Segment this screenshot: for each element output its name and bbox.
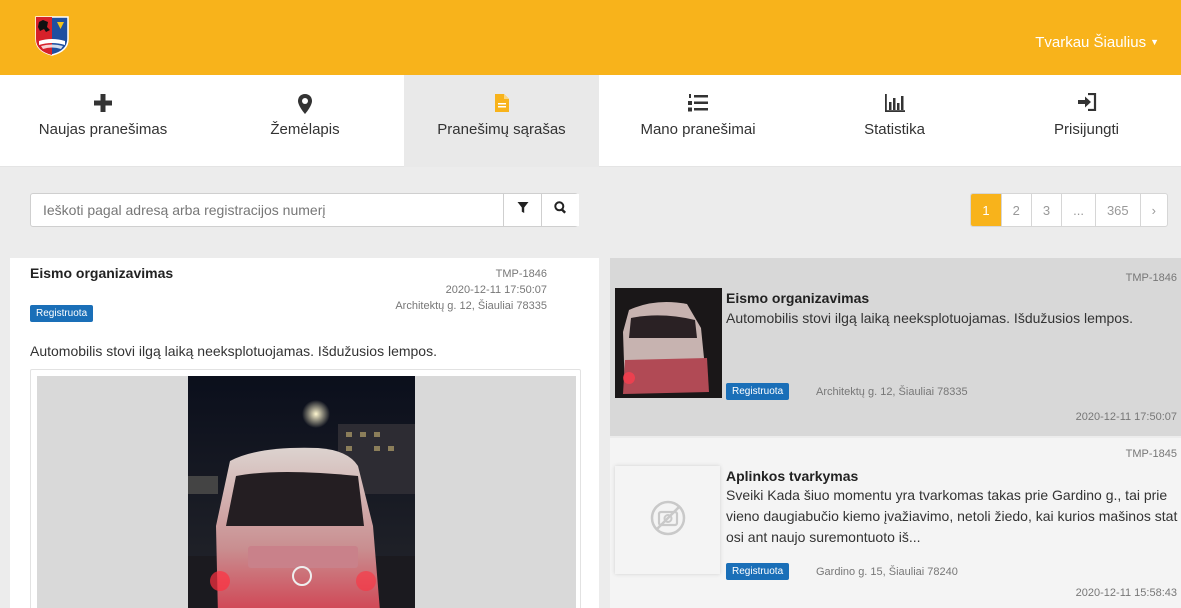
list-item[interactable]: TMP-1846 Eismo organizavimas Automobilis…: [610, 258, 1181, 436]
list-item-code: TMP-1846: [1125, 272, 1177, 284]
city-coat-of-arms-logo[interactable]: [34, 15, 70, 57]
report-photo-frame: [30, 369, 581, 608]
status-badge: Registruota: [30, 305, 94, 322]
report-description: Automobilis stovi ilgą laiką neeksplotuo…: [30, 343, 437, 359]
filter-icon: [517, 201, 529, 219]
list-item-text: Sveiki Kada šiuo momentu yra tvarkomas t…: [726, 487, 1178, 545]
list-item-code: TMP-1845: [1125, 448, 1177, 460]
list-item-date: 2020-12-11 17:50:07: [1075, 411, 1177, 423]
report-code: TMP-1846: [495, 268, 547, 280]
page-3-button[interactable]: 3: [1030, 194, 1061, 226]
report-date: 2020-12-11 17:50:07: [445, 284, 547, 296]
tab-label: Mano pranešimai: [640, 121, 756, 138]
list-item-text: Automobilis stovi ilgą laiką neeksplotuo…: [726, 310, 1133, 326]
numbered-list-icon: [599, 93, 797, 115]
page-last-button[interactable]: 365: [1094, 194, 1140, 226]
status-badge: Registruota: [726, 563, 790, 580]
chevron-right-icon: ›: [1151, 202, 1156, 218]
report-list: TMP-1846 Eismo organizavimas Automobilis…: [610, 258, 1181, 608]
list-item-title: Aplinkos tvarkymas: [726, 468, 859, 484]
main-navigation: Naujas pranešimas Žemėlapis Pranešimų są…: [0, 75, 1181, 167]
list-item[interactable]: TMP-1845 Aplinkos tvarkymas Sveiki Kada …: [610, 438, 1181, 608]
list-item-title: Eismo organizavimas: [726, 290, 870, 306]
tab-new-report[interactable]: Naujas pranešimas: [0, 75, 206, 167]
tab-label: Naujas pranešimas: [38, 121, 168, 138]
search-bar: [30, 193, 579, 227]
list-item-thumbnail-placeholder: [615, 466, 720, 574]
top-bar: Tvarkau Šiaulius ▼: [0, 0, 1181, 75]
no-photo-icon: [650, 500, 686, 541]
page-2-button[interactable]: 2: [1000, 194, 1031, 226]
plus-icon: [0, 93, 206, 115]
search-icon: [554, 201, 567, 219]
tab-sign-in[interactable]: Prisijungti: [992, 75, 1181, 167]
tab-label: Prisijungti: [1053, 121, 1120, 138]
list-item-date: 2020-12-11 15:58:43: [1075, 587, 1177, 599]
user-menu-toggle[interactable]: Tvarkau Šiaulius ▼: [1035, 34, 1159, 51]
tab-label: Statistika: [864, 121, 925, 138]
status-badge: Registruota: [726, 383, 790, 400]
tab-report-list[interactable]: Pranešimų sąrašas: [404, 75, 599, 167]
report-photo-container: [37, 376, 576, 608]
list-item-address: Gardino g. 15, Šiauliai 78240: [816, 566, 958, 578]
list-item-thumbnail: [615, 288, 722, 398]
report-title: Eismo organizavimas: [30, 265, 174, 281]
report-meta: TMP-1846 2020-12-11 17:50:07 Architektų …: [395, 266, 547, 314]
search-input[interactable]: [31, 194, 503, 226]
report-photo[interactable]: [188, 376, 415, 608]
file-icon: [404, 93, 599, 115]
map-marker-icon: [206, 93, 404, 115]
user-menu-label: Tvarkau Šiaulius: [1035, 34, 1147, 51]
tab-label: Žemėlapis: [270, 121, 340, 138]
tab-label: Pranešimų sąrašas: [437, 121, 566, 138]
search-button[interactable]: [541, 194, 579, 226]
pagination: 1 2 3 ... 365 ›: [970, 193, 1168, 227]
caret-down-icon: ▼: [1150, 37, 1159, 47]
page-1-button[interactable]: 1: [971, 194, 1001, 226]
bar-chart-icon: [797, 93, 992, 115]
report-address: Architektų g. 12, Šiauliai 78335: [395, 300, 547, 312]
filter-button[interactable]: [503, 194, 541, 226]
next-page-button[interactable]: ›: [1139, 194, 1167, 226]
tab-statistics[interactable]: Statistika: [797, 75, 992, 167]
tab-map[interactable]: Žemėlapis: [206, 75, 404, 167]
report-detail-panel: Eismo organizavimas TMP-1846 2020-12-11 …: [10, 258, 599, 608]
list-item-address: Architektų g. 12, Šiauliai 78335: [816, 386, 968, 398]
page-ellipsis: ...: [1061, 194, 1095, 226]
sign-in-icon: [992, 92, 1181, 115]
tab-my-reports[interactable]: Mano pranešimai: [599, 75, 797, 167]
